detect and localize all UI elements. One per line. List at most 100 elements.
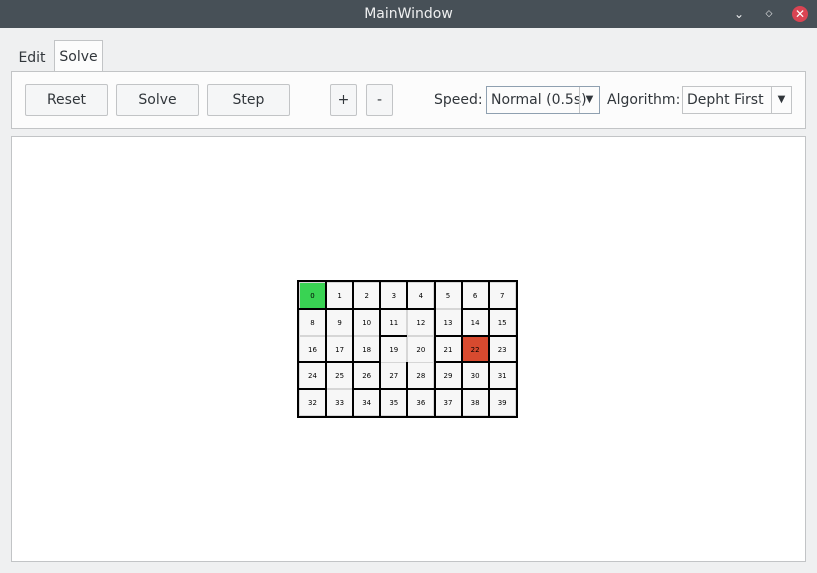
maze-wall (325, 362, 328, 390)
maze-cell[interactable]: 36 (407, 389, 435, 417)
maze-wall (487, 335, 490, 363)
window-title: MainWindow (364, 6, 453, 22)
maze-wall (299, 361, 327, 364)
maze-cell[interactable]: 2 (353, 282, 381, 309)
maze-grid[interactable]: 0 1 2 3 4 5 6 7 8 9 10 11 12 13 14 15 16 17 18 19 20 21 22 23 24… (297, 280, 518, 418)
maze-wall (433, 389, 436, 416)
maze-cell[interactable]: 29 (434, 362, 462, 390)
chevron-down-icon: ▼ (579, 87, 599, 113)
maze-wall (380, 307, 408, 310)
maze-wall (352, 362, 355, 390)
maze-cell[interactable]: 3 (380, 282, 408, 309)
maze-wall (406, 389, 409, 416)
maze-wall (406, 362, 409, 390)
maze-wall (379, 335, 382, 363)
maze-wall (487, 308, 490, 336)
maze-cell[interactable]: 8 (299, 308, 326, 336)
maze-wall (460, 282, 463, 309)
speed-label: Speed: (434, 92, 483, 108)
maze-wall (461, 334, 489, 337)
maze-wall (488, 334, 516, 337)
maximize-icon[interactable]: ◇ (761, 6, 777, 22)
maze-wall (379, 389, 382, 416)
maze-cell[interactable]: 25 (326, 362, 354, 390)
maze-cell[interactable]: 24 (299, 362, 326, 390)
maze-cell[interactable]: 35 (380, 389, 408, 417)
tab-solve[interactable]: Solve (54, 40, 103, 72)
maze-wall (379, 362, 382, 390)
maze-cell[interactable]: 38 (461, 389, 489, 417)
maze-cell[interactable]: 31 (488, 362, 516, 390)
maze-wall (433, 308, 436, 336)
chevron-down-icon: ▼ (771, 87, 791, 113)
speed-select-value: Normal (0.5s) (491, 92, 587, 108)
maze-cell[interactable]: 9 (326, 308, 354, 336)
maze-wall (407, 307, 435, 310)
maze-cell[interactable]: 33 (326, 389, 354, 417)
maze-wall (299, 307, 327, 310)
maze-cell[interactable]: 27 (380, 362, 408, 390)
maze-cell[interactable]: 13 (434, 308, 462, 336)
maze-cell[interactable]: 23 (488, 335, 516, 363)
maze-cell[interactable]: 30 (461, 362, 489, 390)
maze-cell[interactable]: 10 (353, 308, 381, 336)
maze-wall (406, 282, 409, 309)
maze-cell[interactable]: 6 (461, 282, 489, 309)
maze-cell[interactable]: 15 (488, 308, 516, 336)
maze-wall (461, 388, 489, 391)
solve-button[interactable]: Solve (116, 84, 199, 116)
maze-cell[interactable]: 32 (299, 389, 326, 417)
maze-cell[interactable]: 7 (488, 282, 516, 309)
maze-cell[interactable]: 12 (407, 308, 435, 336)
maze-cell[interactable]: 18 (353, 335, 381, 363)
maze-cell[interactable]: 16 (299, 335, 326, 363)
maze-wall (352, 335, 355, 363)
maze-wall (460, 335, 463, 363)
maze-cell[interactable]: 5 (434, 282, 462, 309)
maze-cell[interactable]: 21 (434, 335, 462, 363)
maze-wall (487, 282, 490, 309)
maze-wall (433, 282, 436, 309)
maze-wall (380, 334, 408, 337)
maze-wall (488, 361, 516, 364)
decrease-button[interactable]: - (366, 84, 393, 116)
maze-cell[interactable]: 11 (380, 308, 408, 336)
maze-wall (299, 388, 327, 391)
minimize-icon[interactable]: ⌄ (731, 6, 747, 22)
maze-wall (487, 362, 490, 390)
close-icon[interactable]: ✕ (792, 6, 808, 22)
maze-wall (325, 335, 328, 363)
maze-wall (461, 307, 489, 310)
maze-cell[interactable]: 17 (326, 335, 354, 363)
maze-cell[interactable]: 22 (461, 335, 489, 363)
step-button[interactable]: Step (207, 84, 290, 116)
maze-cell[interactable]: 4 (407, 282, 435, 309)
maze-wall (353, 388, 381, 391)
maze-wall (352, 308, 355, 336)
maze-cell[interactable]: 28 (407, 362, 435, 390)
maze-cell[interactable]: 39 (488, 389, 516, 417)
maze-wall (434, 361, 462, 364)
reset-button[interactable]: Reset (25, 84, 108, 116)
maze-wall (353, 307, 381, 310)
tab-edit[interactable]: Edit (12, 42, 52, 74)
maze-wall (326, 361, 354, 364)
maze-cell[interactable]: 37 (434, 389, 462, 417)
maze-cell[interactable]: 19 (380, 335, 408, 363)
maze-wall (488, 307, 516, 310)
maze-cell[interactable]: 20 (407, 335, 435, 363)
maze-wall (461, 361, 489, 364)
maze-cell[interactable]: 0 (299, 282, 326, 309)
maze-wall (353, 361, 381, 364)
maze-wall (326, 307, 354, 310)
maze-cell[interactable]: 26 (353, 362, 381, 390)
maze-wall (325, 308, 328, 336)
maze-wall (325, 282, 328, 309)
algorithm-select[interactable]: Depht First ▼ (682, 86, 792, 114)
maze-cell[interactable]: 14 (461, 308, 489, 336)
maze-wall (433, 335, 436, 363)
speed-select[interactable]: Normal (0.5s) ▼ (486, 86, 600, 114)
maze-cell[interactable]: 34 (353, 389, 381, 417)
maze-cell[interactable]: 1 (326, 282, 354, 309)
increase-button[interactable]: + (330, 84, 357, 116)
